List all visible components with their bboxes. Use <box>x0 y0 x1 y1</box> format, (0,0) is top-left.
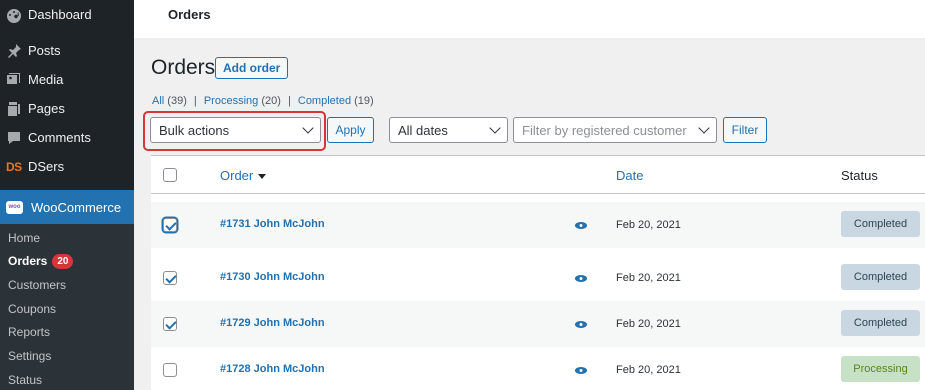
status-filter-links: All (39) | Processing (20) | Completed (… <box>152 95 374 107</box>
submenu-item-coupons[interactable]: Coupons <box>8 299 56 319</box>
order-link[interactable]: #1730 John McJohn <box>220 271 325 283</box>
filter-separator: | <box>193 95 197 107</box>
select-all-checkbox[interactable] <box>163 168 177 182</box>
order-date: Feb 20, 2021 <box>616 318 681 330</box>
table-row[interactable]: #1730 John McJohn Feb 20, 2021 Completed <box>151 255 925 301</box>
submenu-label: Home <box>8 231 41 245</box>
submenu-item-status[interactable]: Status <box>8 370 42 390</box>
chevron-down-icon <box>489 122 501 134</box>
sidebar-item-pages[interactable]: Pages <box>0 94 134 123</box>
dashboard-icon <box>6 7 22 23</box>
admin-sidebar: Dashboard Posts Media Pages Comments DS … <box>0 0 134 390</box>
media-icon <box>6 72 22 88</box>
submenu-item-reports[interactable]: Reports <box>8 322 50 342</box>
header-title: Orders <box>168 7 211 22</box>
table-row[interactable]: #1731 John McJohn Feb 20, 2021 Completed <box>151 202 925 248</box>
filter-completed-link[interactable]: Completed <box>298 95 351 107</box>
column-order-label: Order <box>220 168 254 183</box>
submenu-label: Status <box>8 373 43 387</box>
status-badge: Processing <box>841 356 920 382</box>
column-order-header[interactable]: Order <box>220 168 267 183</box>
preview-eye-icon[interactable] <box>575 222 587 229</box>
orders-table: Order Date Status #1731 John McJohn Feb … <box>151 155 925 390</box>
submenu-item-settings[interactable]: Settings <box>8 346 51 366</box>
chevron-down-icon <box>698 122 710 134</box>
submenu-label: Coupons <box>8 302 57 316</box>
sort-desc-icon <box>258 174 267 180</box>
dates-select[interactable]: All dates <box>389 117 508 143</box>
customer-filter-select[interactable]: Filter by registered customer <box>513 117 717 143</box>
sidebar-item-label: Comments <box>28 130 91 145</box>
dates-value: All dates <box>398 122 448 138</box>
sidebar-item-dsers[interactable]: DS DSers <box>0 152 134 181</box>
submenu-item-home[interactable]: Home <box>8 228 40 248</box>
sidebar-item-woocommerce[interactable]: woo WooCommerce <box>0 190 134 224</box>
submenu-item-orders[interactable]: Orders 20 <box>8 251 74 271</box>
woocommerce-submenu: Home Orders 20 Customers Coupons Reports … <box>0 224 134 390</box>
sidebar-item-dashboard[interactable]: Dashboard <box>0 0 134 29</box>
table-row[interactable]: #1728 John McJohn Feb 20, 2021 Processin… <box>151 347 925 390</box>
column-date-header[interactable]: Date <box>616 168 643 183</box>
sidebar-item-label: Dashboard <box>28 7 92 22</box>
bulk-actions-select[interactable]: Bulk actions <box>150 117 321 143</box>
sidebar-item-label: WooCommerce <box>31 199 122 215</box>
filter-processing-link[interactable]: Processing <box>204 95 258 107</box>
row-checkbox[interactable] <box>163 218 177 232</box>
sidebar-item-comments[interactable]: Comments <box>0 123 134 152</box>
sidebar-item-label: DSers <box>28 159 65 174</box>
submenu-label: Orders <box>8 254 48 268</box>
order-date: Feb 20, 2021 <box>616 272 681 284</box>
page-header-bar: Orders <box>134 0 925 38</box>
submenu-label: Settings <box>8 349 52 363</box>
filter-all-link[interactable]: All <box>152 95 164 107</box>
bulk-actions-value: Bulk actions <box>159 122 230 138</box>
row-checkbox[interactable] <box>163 363 177 377</box>
comment-icon <box>6 130 22 146</box>
submenu-item-customers[interactable]: Customers <box>8 275 66 295</box>
sidebar-item-media[interactable]: Media <box>0 65 134 94</box>
order-date: Feb 20, 2021 <box>616 364 681 376</box>
table-row[interactable]: #1729 John McJohn Feb 20, 2021 Completed <box>151 301 925 347</box>
preview-eye-icon[interactable] <box>575 321 587 328</box>
sidebar-item-label: Pages <box>28 101 65 116</box>
filter-separator: | <box>287 95 291 107</box>
sidebar-item-label: Posts <box>28 43 61 58</box>
sidebar-item-label: Media <box>28 72 64 87</box>
column-status-header: Status <box>841 168 878 183</box>
order-date: Feb 20, 2021 <box>616 219 681 231</box>
preview-eye-icon[interactable] <box>575 367 587 374</box>
filter-completed-count: (19) <box>354 95 374 107</box>
status-badge: Completed <box>841 211 920 237</box>
chevron-down-icon <box>302 122 314 134</box>
status-badge: Completed <box>841 310 920 336</box>
status-badge: Completed <box>841 264 920 290</box>
submenu-label: Reports <box>8 325 51 339</box>
add-order-button[interactable]: Add order <box>215 57 289 79</box>
order-link[interactable]: #1731 John McJohn <box>220 218 325 230</box>
row-checkbox[interactable] <box>163 271 177 285</box>
filter-processing-count: (20) <box>261 95 281 107</box>
apply-button[interactable]: Apply <box>327 117 374 143</box>
preview-eye-icon[interactable] <box>575 275 587 282</box>
customer-filter-placeholder: Filter by registered customer <box>522 122 687 138</box>
order-link[interactable]: #1728 John McJohn <box>220 363 325 375</box>
order-link[interactable]: #1729 John McJohn <box>220 317 325 329</box>
filter-button[interactable]: Filter <box>723 117 767 143</box>
sidebar-item-posts[interactable]: Posts <box>0 36 134 65</box>
dsers-logo: DS <box>6 159 22 174</box>
filter-all-count: (39) <box>167 95 187 107</box>
table-header: Order Date Status <box>151 156 925 194</box>
page-title: Orders <box>151 56 216 79</box>
submenu-label: Customers <box>8 278 67 292</box>
orders-count-badge: 20 <box>52 253 74 269</box>
pin-icon <box>6 43 22 59</box>
row-checkbox[interactable] <box>163 317 177 331</box>
woocommerce-icon: woo <box>6 200 23 214</box>
pages-icon <box>6 101 22 117</box>
